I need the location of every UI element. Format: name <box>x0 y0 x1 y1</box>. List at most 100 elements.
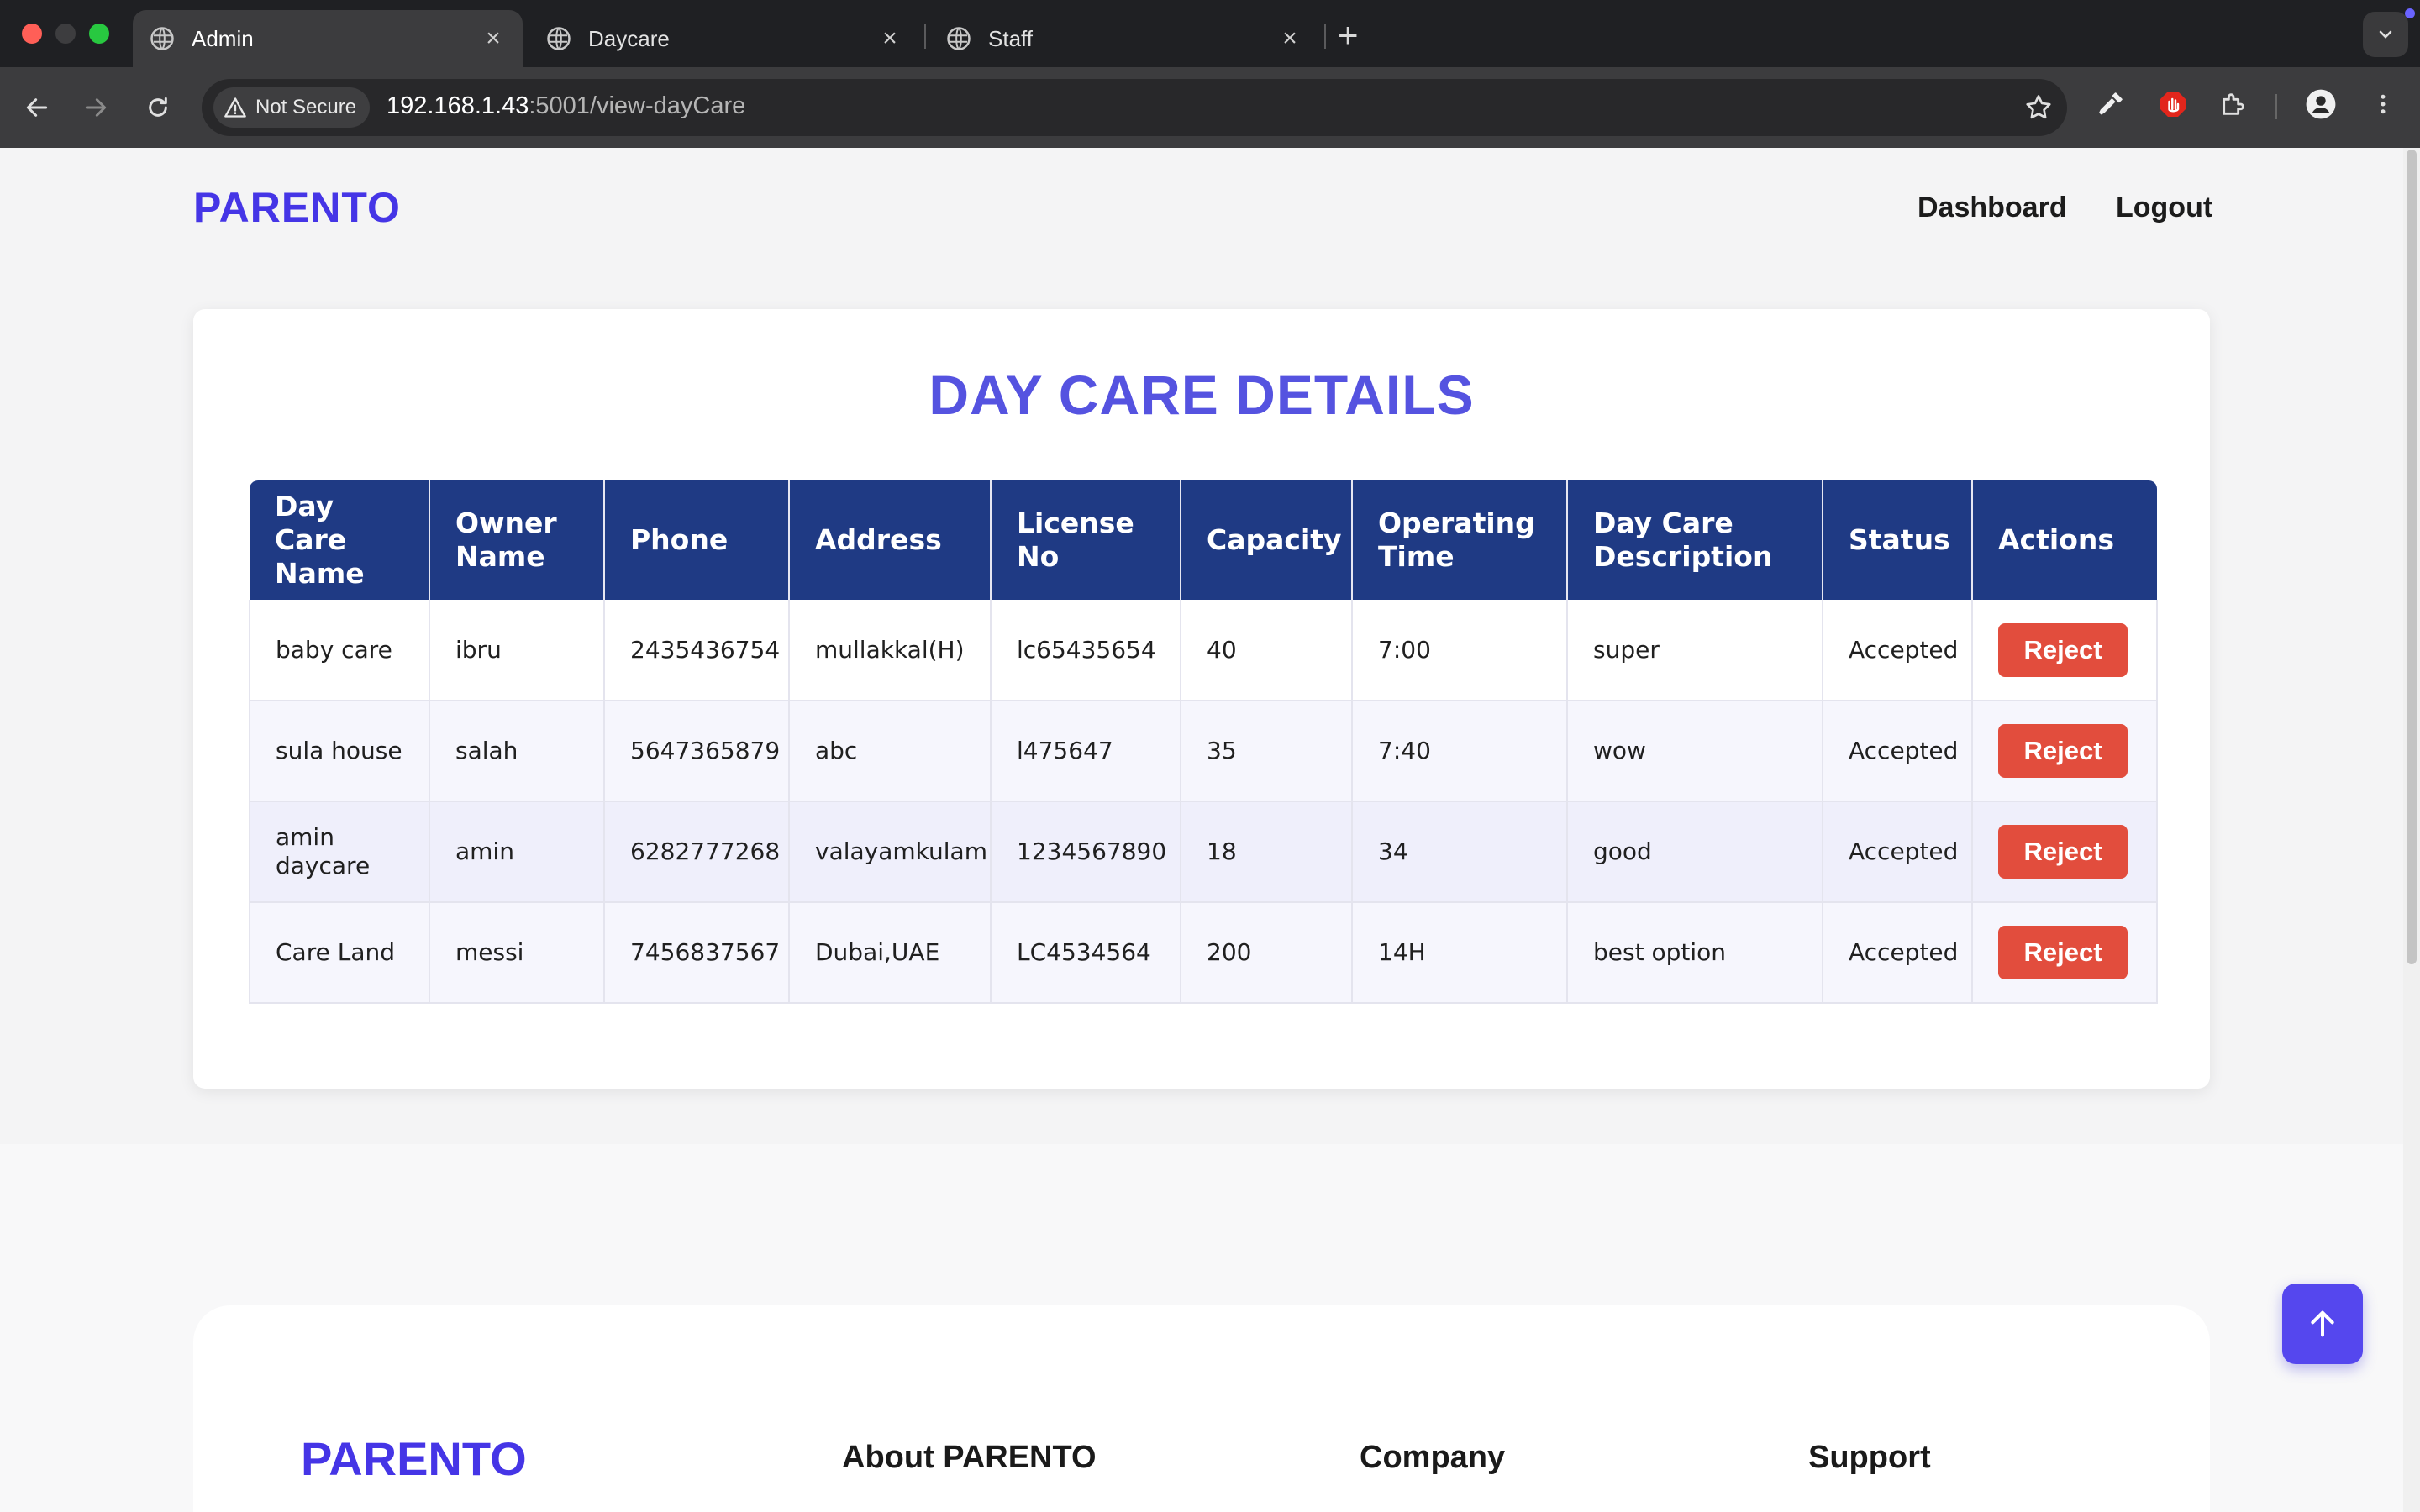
status-badge: Accepted <box>1823 902 1973 1004</box>
tab-admin[interactable]: Admin × <box>133 10 523 67</box>
table-row: baby care ibru 2435436754 mullakkal(H) l… <box>249 600 2158 701</box>
owner-name-cell: amin <box>429 801 605 903</box>
browser-toolbar: Not Secure 192.168.1.43:5001/view-dayCar… <box>0 67 2420 148</box>
globe-icon <box>547 27 571 50</box>
globe-icon <box>947 27 971 50</box>
arrow-up-icon <box>2311 1310 2334 1337</box>
reject-button[interactable]: Reject <box>1998 724 2128 778</box>
table-row: amin daycare amin 6282777268 valayamkula… <box>249 801 2158 903</box>
tab-title: Admin <box>192 25 254 51</box>
license-cell: 1234567890 <box>991 801 1181 903</box>
footer: PARENTO About PARENTO Company Support <box>193 1305 2210 1512</box>
scrollbar-thumb[interactable] <box>2407 150 2417 964</box>
actions-cell: Reject <box>1972 801 2158 903</box>
tab-title: Daycare <box>588 25 670 51</box>
address-cell: Dubai,UAE <box>789 902 992 1004</box>
adblock-icon[interactable] <box>2156 87 2190 121</box>
actions-cell: Reject <box>1972 600 2158 701</box>
column-header: Capacity <box>1181 480 1353 600</box>
daycare-name-cell: baby care <box>249 600 430 701</box>
column-header: Actions <box>1972 480 2157 600</box>
capacity-cell: 40 <box>1181 600 1353 701</box>
actions-cell: Reject <box>1972 902 2158 1004</box>
capacity-cell: 18 <box>1181 801 1353 903</box>
close-window-button[interactable] <box>22 24 42 44</box>
reload-button[interactable] <box>138 87 178 128</box>
description-cell: super <box>1567 600 1823 701</box>
operating-time-cell: 34 <box>1352 801 1568 903</box>
owner-name-cell: salah <box>429 701 605 802</box>
page-title: DAY CARE DETAILS <box>929 364 1475 426</box>
column-header: Day Care Name <box>250 480 430 600</box>
phone-cell: 6282777268 <box>604 801 790 903</box>
nav-logout-link[interactable]: Logout <box>2116 192 2212 224</box>
plus-icon[interactable]: + <box>1338 15 1359 55</box>
table-row: Care Land messi 7456837567 Dubai,UAE LC4… <box>249 902 2158 1004</box>
daycare-details-card: DAY CARE DETAILS Day Care Name Owner Nam… <box>193 309 2210 1089</box>
status-badge: Accepted <box>1823 801 1973 903</box>
column-header: Owner Name <box>429 480 605 600</box>
close-icon[interactable]: × <box>877 24 902 53</box>
reject-button[interactable]: Reject <box>1998 825 2128 879</box>
reject-button[interactable]: Reject <box>1998 926 2128 979</box>
maximize-window-button[interactable] <box>89 24 109 44</box>
kebab-menu-icon[interactable] <box>2366 87 2400 121</box>
status-badge: Accepted <box>1823 600 1973 701</box>
nav-dashboard-link[interactable]: Dashboard <box>1918 192 2067 224</box>
license-cell: l475647 <box>991 701 1181 802</box>
security-label: Not Secure <box>255 96 357 118</box>
license-cell: LC4534564 <box>991 902 1181 1004</box>
site-logo[interactable]: PARENTO <box>193 183 401 232</box>
tab-daycare[interactable]: Daycare × <box>529 10 919 67</box>
scroll-to-top-button[interactable] <box>2282 1284 2363 1364</box>
license-cell: lc65435654 <box>991 600 1181 701</box>
owner-name-cell: messi <box>429 902 605 1004</box>
operating-time-cell: 14H <box>1352 902 1568 1004</box>
url-text[interactable]: 192.168.1.43:5001/view-dayCare <box>387 92 745 120</box>
back-button[interactable] <box>17 87 57 128</box>
phone-cell: 2435436754 <box>604 600 790 701</box>
url-path: :5001/view-dayCare <box>529 92 746 119</box>
close-icon[interactable]: × <box>481 24 506 53</box>
daycare-name-cell: Care Land <box>249 902 430 1004</box>
reject-button[interactable]: Reject <box>1998 622 2128 677</box>
warning-icon <box>224 97 246 118</box>
security-indicator[interactable]: Not Secure <box>213 87 371 128</box>
column-header: Operating Time <box>1352 480 1568 600</box>
tab-staff[interactable]: Staff × <box>929 10 1319 67</box>
footer-logo[interactable]: PARENTO <box>301 1431 527 1486</box>
table-header-row: Day Care Name Owner Name Phone Address L… <box>250 480 2157 600</box>
profile-icon[interactable] <box>2304 87 2338 121</box>
address-cell: abc <box>789 701 992 802</box>
reload-icon <box>149 97 167 117</box>
notification-dot <box>2405 8 2415 18</box>
capacity-cell: 200 <box>1181 902 1353 1004</box>
url-host: 192.168.1.43 <box>387 92 529 119</box>
address-bar[interactable]: Not Secure 192.168.1.43:5001/view-dayCar… <box>202 79 2067 136</box>
close-icon[interactable]: × <box>1277 24 1302 53</box>
address-cell: mullakkal(H) <box>789 600 992 701</box>
footer-heading-support: Support <box>1808 1440 1931 1475</box>
operating-time-cell: 7:00 <box>1352 600 1568 701</box>
owner-name-cell: ibru <box>429 600 605 701</box>
puzzle-icon[interactable] <box>2217 87 2250 121</box>
footer-heading-company: Company <box>1360 1440 1506 1475</box>
minimize-window-button[interactable] <box>55 24 76 44</box>
page-scrollbar[interactable] <box>2403 148 2420 1512</box>
daycare-name-cell: amin daycare <box>249 801 430 903</box>
forward-button[interactable] <box>76 87 116 128</box>
capacity-cell: 35 <box>1181 701 1353 802</box>
column-header: License No <box>991 480 1181 600</box>
eyedropper-icon[interactable] <box>2094 87 2128 121</box>
column-header: Address <box>789 480 992 600</box>
footer-heading-about: About PARENTO <box>842 1440 1097 1475</box>
tab-search-button[interactable] <box>2363 12 2408 57</box>
daycare-table: Day Care Name Owner Name Phone Address L… <box>249 480 2158 1004</box>
tab-divider <box>1324 24 1326 49</box>
column-header: Status <box>1823 480 1973 600</box>
description-cell: best option <box>1567 902 1823 1004</box>
phone-cell: 5647365879 <box>604 701 790 802</box>
phone-cell: 7456837567 <box>604 902 790 1004</box>
chevron-down-icon <box>2379 30 2392 39</box>
star-icon[interactable] <box>2023 92 2054 123</box>
